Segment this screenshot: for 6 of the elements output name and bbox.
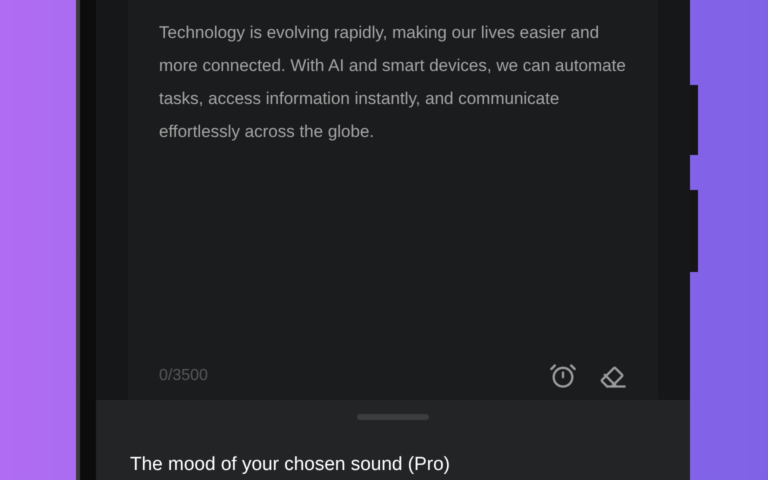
text-input-card[interactable] xyxy=(128,0,658,400)
sheet-title: The mood of your chosen sound (Pro) xyxy=(130,454,450,476)
input-text: Technology is evolving rapidly, making our lives easier and more connected. With AI and smart devices, we can automate tasks, access information instantly, and communicate effortlessly across the globe. xyxy=(159,22,627,143)
drag-handle[interactable] xyxy=(357,414,429,420)
alarm-clock-icon[interactable] xyxy=(549,362,577,390)
character-counter: 0/3500 xyxy=(159,366,208,386)
